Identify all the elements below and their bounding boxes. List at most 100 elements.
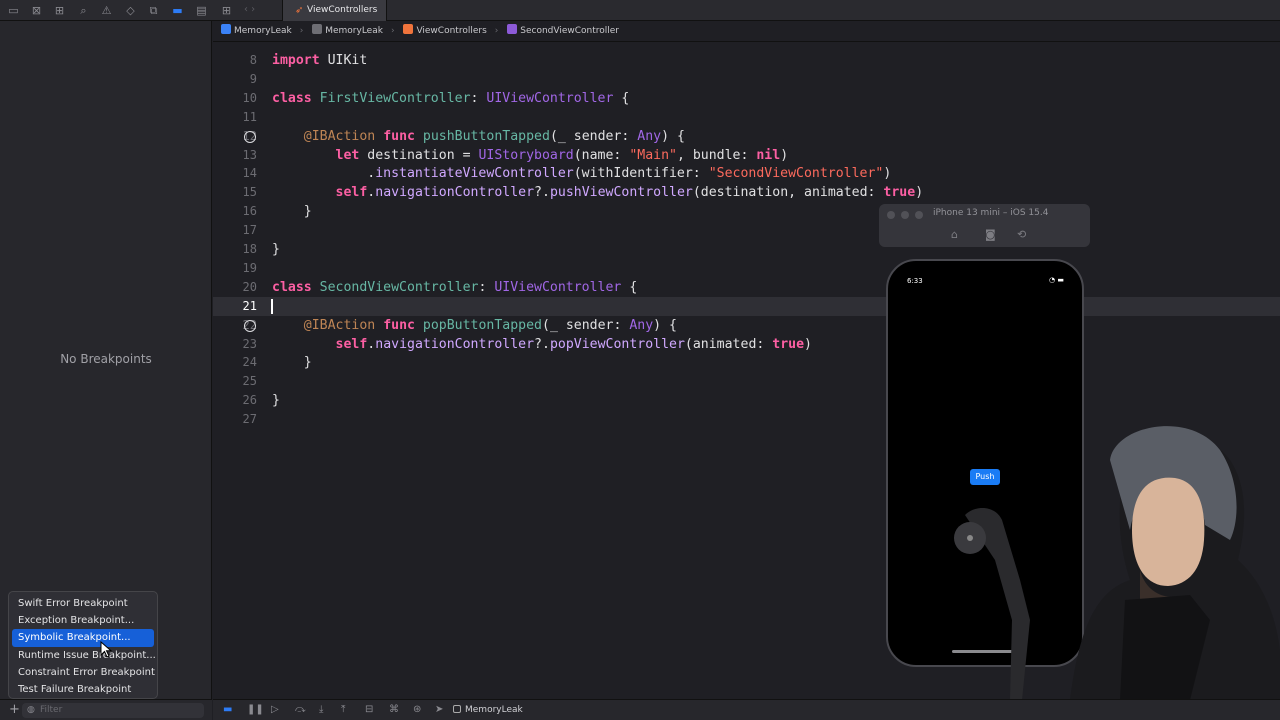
line-number[interactable]: 17: [213, 221, 257, 240]
minimize-window-icon[interactable]: [901, 211, 909, 219]
code-line[interactable]: 8 import UIKit: [213, 51, 1280, 70]
environment-icon[interactable]: ⊛: [413, 703, 421, 717]
line-number[interactable]: 9: [213, 70, 257, 89]
continue-icon[interactable]: ▷: [271, 703, 279, 717]
code-text[interactable]: import UIKit: [272, 51, 367, 70]
code-text[interactable]: .instantiateViewController(withIdentifie…: [272, 164, 891, 183]
code-line[interactable]: 13 let destination = UIStoryboard(name: …: [213, 146, 1280, 165]
code-text[interactable]: @IBAction func pushButtonTapped(_ sender…: [272, 127, 685, 146]
step-over-icon[interactable]: ⤼: [295, 703, 306, 717]
grid-icon[interactable]: ⊞: [220, 4, 233, 17]
screenshot-icon[interactable]: ◙: [985, 228, 996, 241]
code-line[interactable]: 10 class FirstViewController: UIViewContr…: [213, 89, 1280, 108]
line-number[interactable]: 15: [213, 183, 257, 202]
folder-icon[interactable]: ▭: [7, 4, 20, 17]
line-number[interactable]: 11: [213, 108, 257, 127]
code-line[interactable]: 24 }: [213, 353, 1280, 372]
code-line[interactable]: 11: [213, 108, 1280, 127]
code-line[interactable]: 25: [213, 372, 1280, 391]
step-into-icon[interactable]: ⤓: [319, 703, 323, 717]
code-line[interactable]: 16 }: [213, 202, 1280, 221]
code-line[interactable]: 9: [213, 70, 1280, 89]
code-line[interactable]: 21: [213, 296, 1280, 316]
line-number[interactable]: 24: [213, 353, 257, 372]
report-icon[interactable]: ▤: [195, 4, 208, 17]
line-number[interactable]: 26: [213, 391, 257, 410]
source-control-icon[interactable]: ⊠: [30, 4, 43, 17]
code-text[interactable]: }: [272, 240, 280, 259]
breakpoints-toggle-icon[interactable]: ▬: [223, 703, 232, 717]
line-number[interactable]: 16: [213, 202, 257, 221]
location-icon[interactable]: ➤: [435, 703, 443, 717]
ibaction-connection-icon[interactable]: [244, 319, 256, 332]
code-line[interactable]: 26}: [213, 391, 1280, 410]
code-text[interactable]: }: [272, 353, 312, 372]
webcam-overlay: [954, 426, 1280, 700]
code-line[interactable]: 18}: [213, 240, 1280, 259]
filter-input[interactable]: ◍ Filter: [22, 703, 204, 718]
issue-icon[interactable]: ⚠: [100, 4, 113, 17]
code-line[interactable]: 20 class SecondViewController: UIViewCont…: [213, 278, 1280, 297]
breadcrumb-file[interactable]: ViewControllers: [403, 24, 490, 36]
code-text[interactable]: self.navigationController?.pushViewContr…: [272, 183, 924, 202]
line-number[interactable]: 10: [213, 89, 257, 108]
breadcrumb-group[interactable]: MemoryLeak: [312, 24, 387, 36]
line-number[interactable]: 21: [213, 297, 257, 316]
line-number[interactable]: 20: [213, 278, 257, 297]
line-number[interactable]: 8: [213, 51, 257, 70]
debug-icon[interactable]: ⧉: [147, 4, 160, 17]
menu-item-constraint-error[interactable]: Constraint Error Breakpoint: [12, 664, 155, 681]
simulator-window-titlebar[interactable]: iPhone 13 mini – iOS 15.4 ⌂ ◙ ⟲: [879, 204, 1090, 247]
history-arrows-icon[interactable]: ‹ ›: [244, 4, 255, 15]
simulator-title: iPhone 13 mini – iOS 15.4: [933, 208, 1049, 218]
home-icon[interactable]: ⌂: [951, 228, 958, 241]
add-breakpoint-menu: Swift Error Breakpoint Exception Breakpo…: [8, 591, 158, 699]
class-icon: [507, 24, 518, 34]
search-icon[interactable]: ⌕: [77, 4, 90, 17]
code-text[interactable]: }: [272, 202, 312, 221]
tab-viewcontrollers[interactable]: ➶ ViewControllers: [282, 0, 387, 21]
view-hierarchy-icon[interactable]: ⊟: [365, 703, 373, 717]
code-line[interactable]: 15 self.navigationController?.pushViewCo…: [213, 183, 1280, 202]
pause-icon[interactable]: ❚❚: [247, 703, 264, 717]
code-line[interactable]: 19: [213, 259, 1280, 278]
code-text[interactable]: @IBAction func popButtonTapped(_ sender:…: [272, 316, 677, 335]
breakpoint-navigator-icon[interactable]: ▬: [171, 4, 184, 17]
step-out-icon[interactable]: ⤒: [341, 703, 345, 717]
code-line[interactable]: 17: [213, 221, 1280, 240]
close-window-icon[interactable]: [887, 211, 895, 219]
line-number[interactable]: 25: [213, 372, 257, 391]
line-number[interactable]: 13: [213, 146, 257, 165]
code-line[interactable]: 12 @IBAction func pushButtonTapped(_ sen…: [213, 127, 1280, 146]
code-text[interactable]: self.navigationController?.popViewContro…: [272, 335, 812, 354]
menu-item-symbolic[interactable]: Symbolic Breakpoint...: [12, 629, 154, 647]
code-line[interactable]: 22 @IBAction func popButtonTapped(_ send…: [213, 316, 1280, 335]
line-number[interactable]: 19: [213, 259, 257, 278]
breadcrumb-separator: ›: [299, 26, 304, 36]
code-line[interactable]: 23 self.navigationController?.popViewCon…: [213, 335, 1280, 354]
code-text[interactable]: class SecondViewController: UIViewContro…: [272, 278, 637, 297]
add-icon[interactable]: +: [9, 703, 20, 717]
menu-item-runtime-issue[interactable]: Runtime Issue Breakpoint...: [12, 647, 156, 664]
text-caret: [271, 298, 273, 314]
test-icon[interactable]: ◇: [124, 4, 137, 17]
line-number[interactable]: 14: [213, 164, 257, 183]
menu-item-test-failure[interactable]: Test Failure Breakpoint: [12, 681, 154, 698]
symbol-icon[interactable]: ⊞: [53, 4, 66, 17]
code-text[interactable]: }: [272, 391, 280, 410]
line-number[interactable]: 23: [213, 335, 257, 354]
breadcrumb-project[interactable]: MemoryLeak: [221, 24, 296, 36]
zoom-window-icon[interactable]: [915, 211, 923, 219]
memory-graph-icon[interactable]: ⌘: [389, 703, 399, 717]
line-number[interactable]: 18: [213, 240, 257, 259]
menu-item-swift-error[interactable]: Swift Error Breakpoint: [12, 595, 154, 612]
rotate-icon[interactable]: ⟲: [1017, 228, 1026, 241]
code-text[interactable]: class FirstViewController: UIViewControl…: [272, 89, 629, 108]
menu-item-exception[interactable]: Exception Breakpoint...: [12, 612, 154, 629]
line-number[interactable]: 27: [213, 410, 257, 429]
code-text[interactable]: let destination = UIStoryboard(name: "Ma…: [272, 146, 789, 165]
ibaction-connection-icon[interactable]: [244, 130, 256, 143]
debug-target[interactable]: MemoryLeak: [453, 703, 523, 717]
breadcrumb-class[interactable]: SecondViewController: [507, 24, 623, 36]
code-line[interactable]: 14 .instantiateViewController(withIdenti…: [213, 164, 1280, 183]
